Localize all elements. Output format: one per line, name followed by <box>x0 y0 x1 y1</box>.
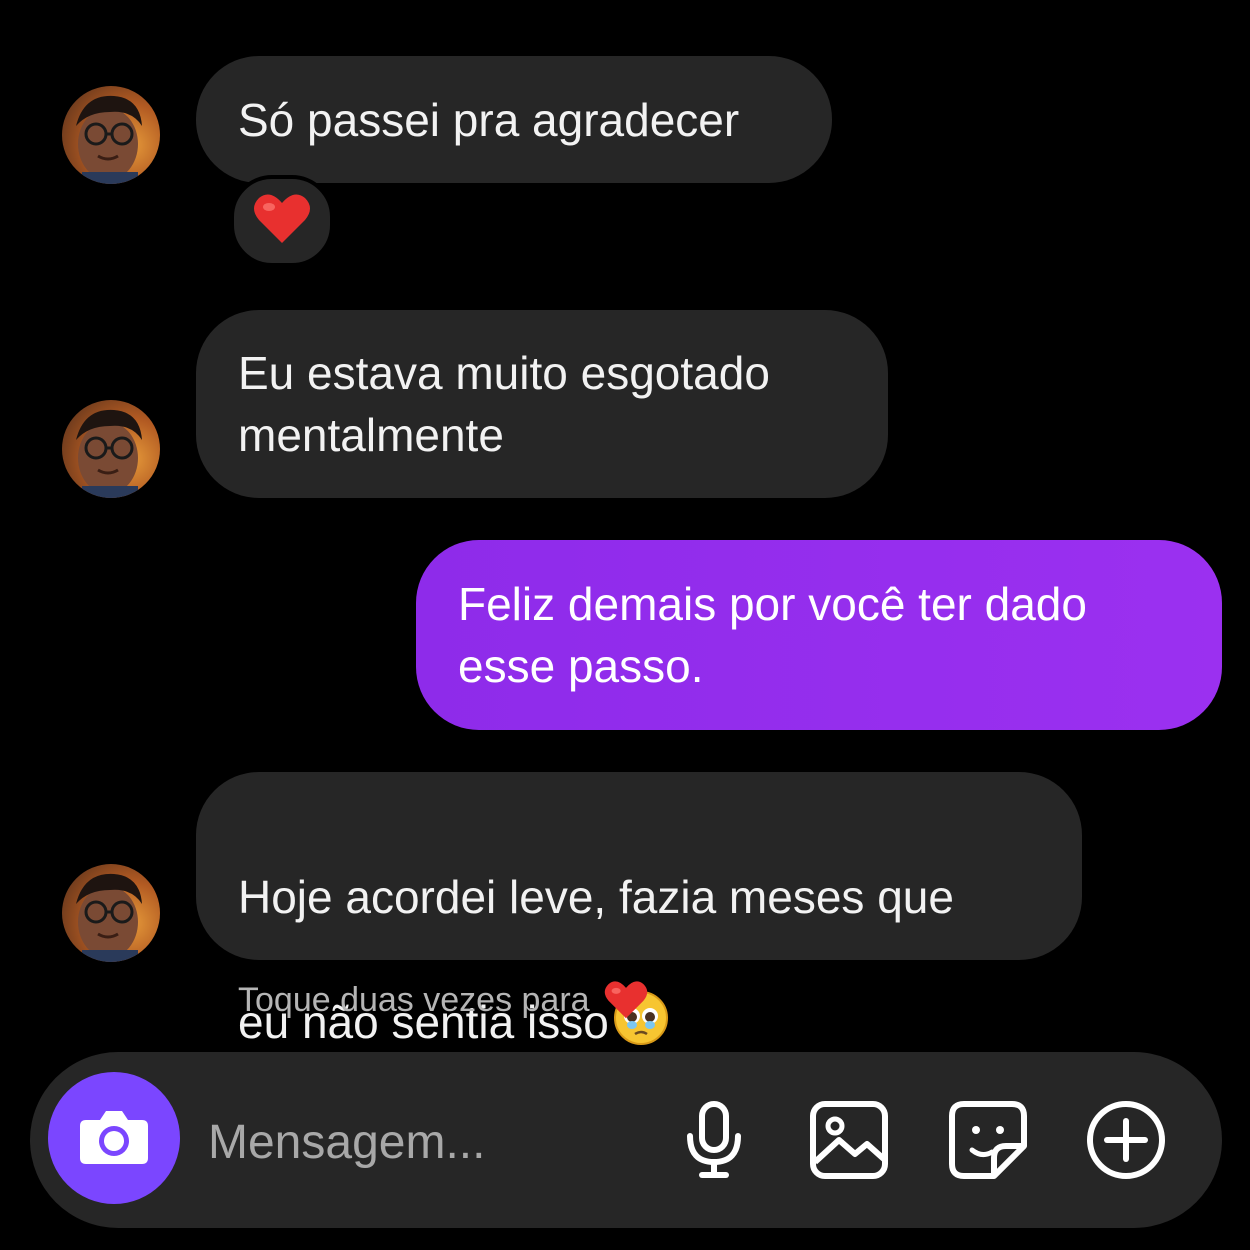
gallery-icon <box>809 1100 889 1185</box>
double-tap-hint: Toque duas vezes para <box>238 975 648 1025</box>
hint-text: Toque duas vezes para <box>238 980 590 1019</box>
microphone-button[interactable] <box>672 1100 756 1184</box>
microphone-icon <box>682 1100 746 1185</box>
heart-icon <box>604 980 648 1020</box>
message-bubble-received[interactable]: Eu estava muito esgotado mentalmente <box>196 310 888 498</box>
message-bubble-sent[interactable]: Feliz demais por você ter dado esse pass… <box>416 540 1222 730</box>
message-input[interactable] <box>208 1107 628 1177</box>
more-button[interactable] <box>1084 1100 1168 1184</box>
sticker-button[interactable] <box>946 1100 1030 1184</box>
camera-icon <box>78 1106 150 1171</box>
message-bubble-received[interactable]: Hoje acordei leve, fazia meses que eu nã… <box>196 772 1082 1048</box>
chat-screen: Só passei pra agradecer Eu estava muito … <box>0 0 1250 1250</box>
gallery-button[interactable] <box>807 1100 891 1184</box>
sticker-icon <box>948 1100 1028 1185</box>
contact-avatar[interactable] <box>62 86 160 184</box>
contact-avatar[interactable] <box>62 400 160 498</box>
plus-circle-icon <box>1085 1099 1167 1186</box>
heart-icon <box>253 193 311 250</box>
message-composer <box>30 1052 1222 1228</box>
message-bubble-received[interactable]: Só passei pra agradecer <box>196 56 832 183</box>
camera-button[interactable] <box>48 1072 180 1204</box>
message-reaction[interactable] <box>230 175 334 267</box>
contact-avatar[interactable] <box>62 864 160 962</box>
